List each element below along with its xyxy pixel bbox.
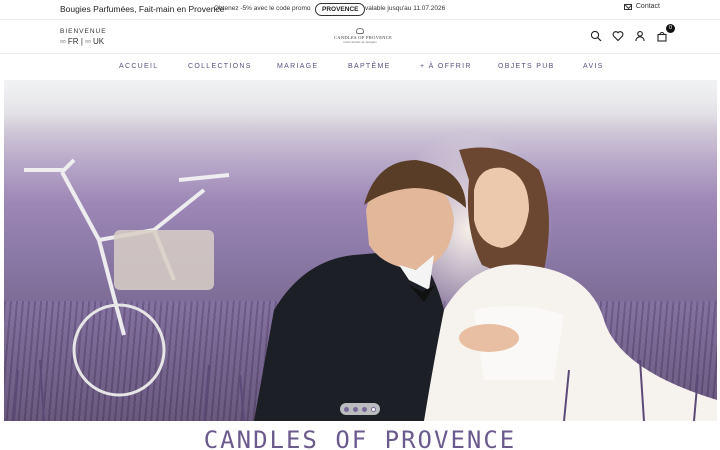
nav-item-a-offrir[interactable]: + À OFFRIR (420, 63, 472, 70)
header-icons: 0 (590, 24, 675, 42)
search-icon[interactable] (590, 30, 602, 42)
logo-subtitle: notre atelier de bougies (343, 40, 377, 44)
nav-item-accueil[interactable]: ACCUEIL (119, 63, 158, 70)
lang-uk-link[interactable]: UK (93, 37, 104, 46)
nav-item-avis[interactable]: AVIS (583, 63, 604, 70)
slider-dot[interactable] (353, 406, 358, 412)
lang-fr-link[interactable]: FR (68, 37, 79, 46)
promo-validity: valable jusqu'au 11.07.2026 (365, 5, 446, 12)
site-header: BIENVENUE ▫▫ FR | ▫▫ UK CANDLES OF PROVE… (0, 20, 720, 54)
slider-dot[interactable] (344, 406, 349, 412)
contact-link[interactable]: Contact (623, 3, 660, 10)
flag-fr-icon: ▫▫ (60, 37, 66, 46)
nav-item-objets-pub[interactable]: OBJETS PUB (498, 63, 555, 70)
nav-item-mariage[interactable]: MARIAGE (277, 63, 318, 70)
promo-code-badge: PROVENCE (315, 3, 366, 16)
candle-emblem-icon (356, 28, 364, 34)
flag-uk-icon: ▫▫ (85, 37, 91, 46)
nav-item-collections[interactable]: COLLECTIONS (188, 63, 252, 70)
promo-bar: Bougies Parfumées, Fait-main en Provence… (0, 0, 720, 20)
page-brand-title: CANDLES OF PROVENCE (203, 426, 517, 450)
shop-tagline: Bougies Parfumées, Fait-main en Provence (60, 4, 225, 14)
heart-icon[interactable] (612, 30, 624, 42)
welcome-text: BIENVENUE (60, 28, 107, 35)
hero-slider[interactable] (4, 80, 717, 421)
slider-pagination (340, 403, 380, 415)
slider-dot-active[interactable] (371, 406, 376, 412)
hero-photo-couple (13, 147, 717, 421)
contact-label: Contact (635, 3, 660, 10)
site-logo[interactable]: CANDLES OF PROVENCE notre atelier de bou… (334, 28, 392, 46)
language-switcher: ▫▫ FR | ▫▫ UK (60, 37, 104, 46)
nav-item-bapteme[interactable]: BAPTÊME (348, 63, 391, 70)
cart-count-badge: 0 (666, 24, 675, 33)
user-icon[interactable] (634, 30, 646, 42)
lang-separator: | (80, 37, 83, 46)
mail-icon (623, 3, 632, 10)
promo-text: Obtenez -5% avec le code promo (214, 5, 311, 12)
slider-dot[interactable] (362, 406, 367, 412)
cart-icon[interactable]: 0 (656, 24, 675, 42)
main-nav: ACCUEIL COLLECTIONS MARIAGE BAPTÊME + À … (0, 54, 720, 80)
